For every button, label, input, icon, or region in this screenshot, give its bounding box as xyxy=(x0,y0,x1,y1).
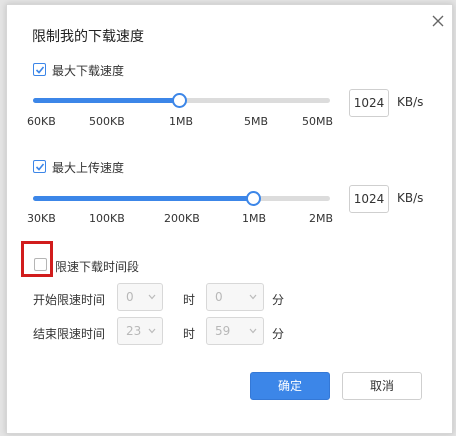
end-time-label: 结束限速时间 xyxy=(33,327,106,341)
chevron-down-icon xyxy=(148,294,156,300)
download-tick-label: 1MB xyxy=(169,115,194,128)
schedule-limit-label: 限速下载时间段 xyxy=(55,260,140,274)
upload-limit-checkbox[interactable] xyxy=(33,160,46,173)
hour-unit-label: 时 xyxy=(183,327,196,341)
download-speed-unit: KB/s xyxy=(397,95,424,109)
upload-limit-label: 最大上传速度 xyxy=(52,161,125,175)
end-hour-select[interactable]: 23 xyxy=(117,317,163,345)
upload-tick-label: 200KB xyxy=(164,212,200,225)
end-minute-value: 59 xyxy=(215,324,231,338)
start-minute-value: 0 xyxy=(215,290,223,304)
checkmark-icon xyxy=(35,66,45,74)
minute-unit-label: 分 xyxy=(272,293,285,307)
start-time-label: 开始限速时间 xyxy=(33,293,106,307)
end-hour-value: 23 xyxy=(126,324,142,338)
dialog-title: 限制我的下载速度 xyxy=(32,29,144,45)
download-tick-label: 5MB xyxy=(244,115,269,128)
minute-unit-label: 分 xyxy=(272,327,285,341)
download-speed-input[interactable]: 1024 xyxy=(349,89,389,117)
close-icon[interactable] xyxy=(431,13,445,27)
download-slider-handle[interactable] xyxy=(172,93,187,108)
download-slider[interactable] xyxy=(33,93,330,108)
download-tick-label: 60KB xyxy=(27,115,56,128)
chevron-down-icon xyxy=(148,328,156,334)
annotation-highlight-box xyxy=(21,241,53,277)
upload-tick-label: 30KB xyxy=(27,212,56,225)
start-minute-select[interactable]: 0 xyxy=(206,283,264,311)
speed-limit-dialog: 限制我的下载速度 最大下载速度 1024 KB/s 60KB 500KB 1MB… xyxy=(6,4,453,434)
start-hour-select[interactable]: 0 xyxy=(117,283,163,311)
download-slider-fill xyxy=(33,98,179,103)
upload-tick-label: 100KB xyxy=(89,212,125,225)
upload-slider[interactable] xyxy=(33,191,330,206)
upload-slider-handle[interactable] xyxy=(246,191,261,206)
end-minute-select[interactable]: 59 xyxy=(206,317,264,345)
upload-tick-label: 1MB xyxy=(242,212,267,225)
download-limit-label: 最大下载速度 xyxy=(52,64,125,78)
hour-unit-label: 时 xyxy=(183,293,196,307)
start-hour-value: 0 xyxy=(126,290,134,304)
download-tick-label: 50MB xyxy=(302,115,334,128)
checkmark-icon xyxy=(35,163,45,171)
upload-speed-unit: KB/s xyxy=(397,191,424,205)
upload-tick-label: 2MB xyxy=(309,212,334,225)
upload-speed-input[interactable]: 1024 xyxy=(349,185,389,213)
download-tick-label: 500KB xyxy=(89,115,125,128)
upload-slider-fill xyxy=(33,196,253,201)
chevron-down-icon xyxy=(249,328,257,334)
confirm-button[interactable]: 确定 xyxy=(250,372,330,400)
cancel-button[interactable]: 取消 xyxy=(342,372,422,400)
chevron-down-icon xyxy=(249,294,257,300)
download-limit-checkbox[interactable] xyxy=(33,63,46,76)
